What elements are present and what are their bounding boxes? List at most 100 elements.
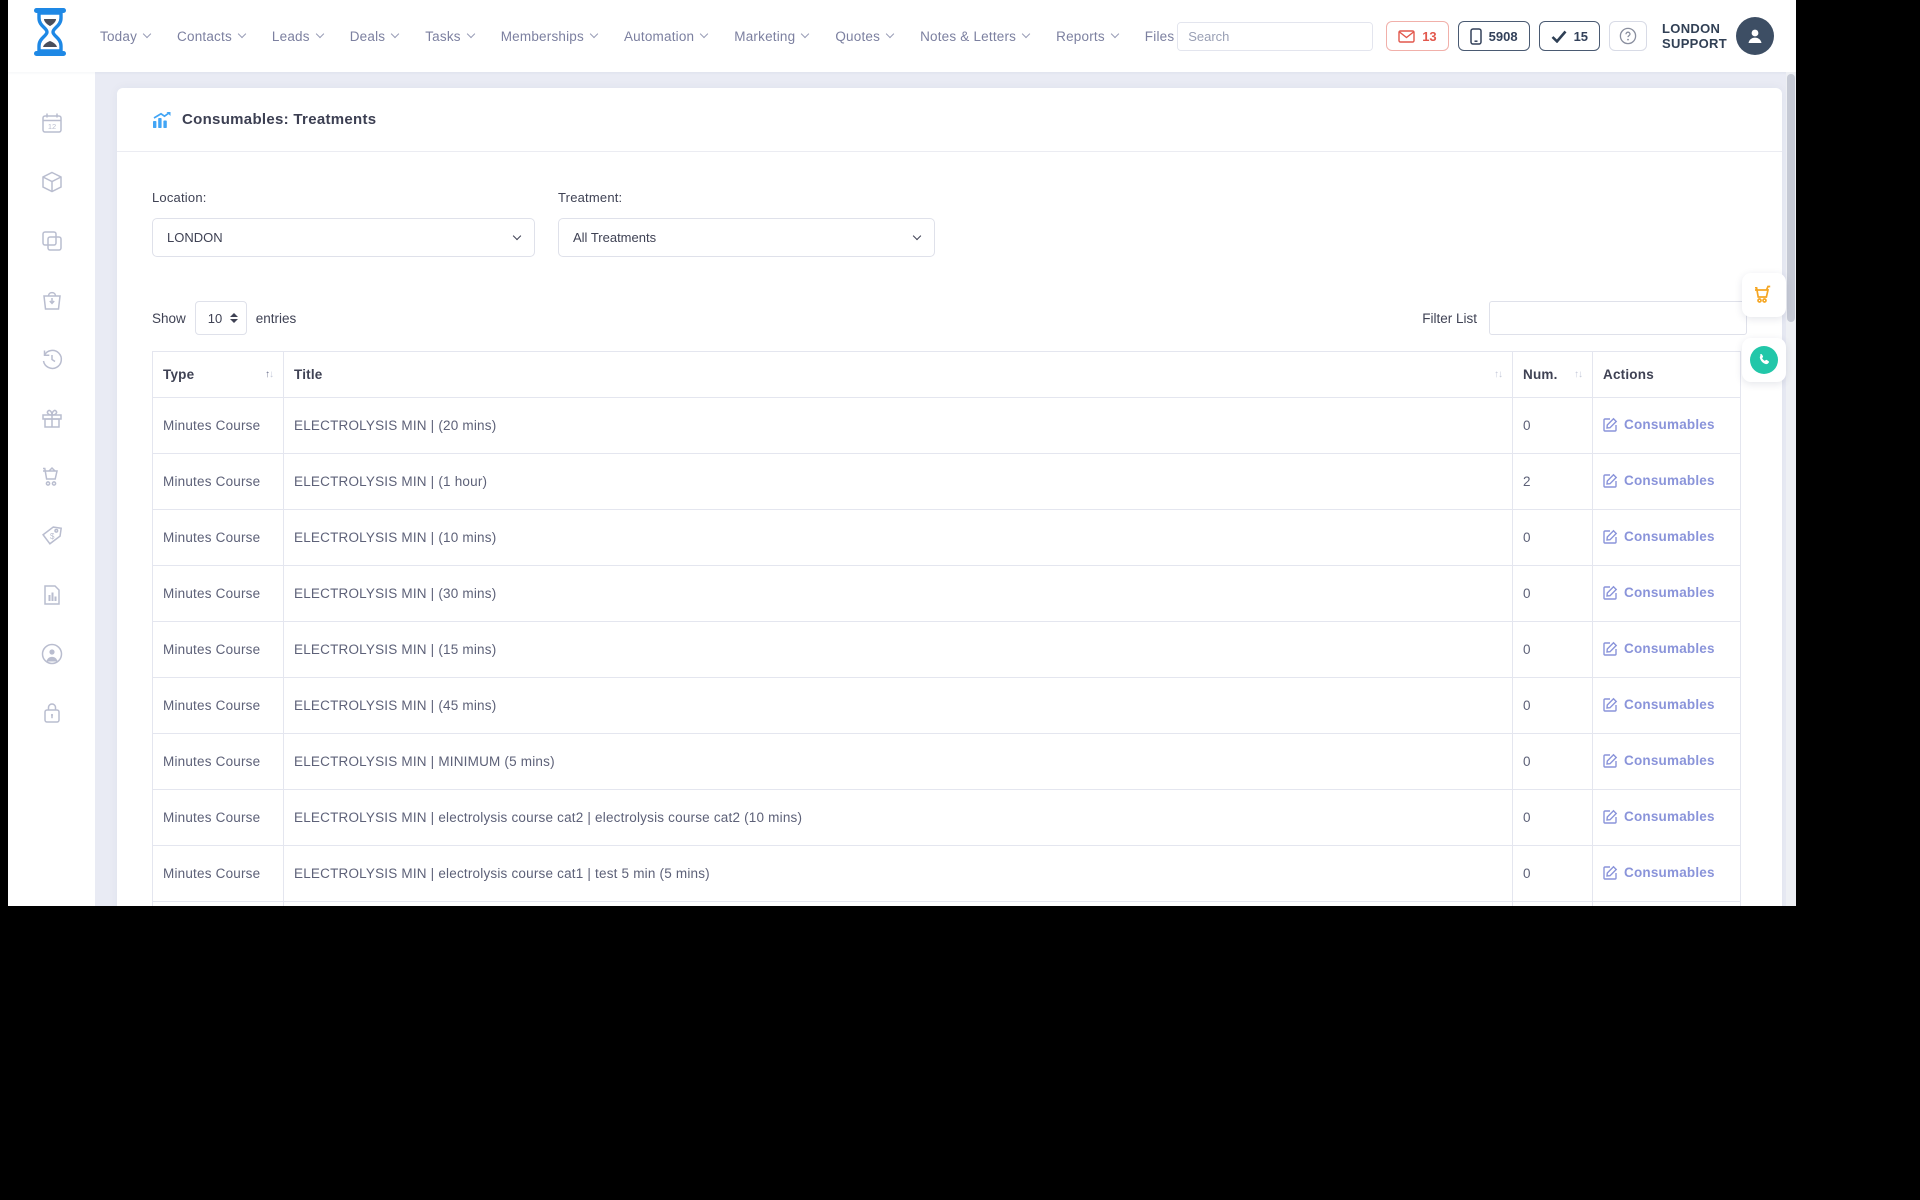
scrollbar-thumb[interactable] [1787, 74, 1795, 322]
check-icon [1551, 30, 1567, 43]
vertical-scrollbar [1786, 72, 1796, 906]
cell-title: ELECTROLYSIS MIN | electrolysis course c… [283, 789, 1513, 846]
nav-item-quotes[interactable]: Quotes [835, 29, 895, 44]
nav-item-tasks[interactable]: Tasks [425, 29, 475, 44]
cell-actions: Consumables [1592, 733, 1741, 790]
hourglass-logo[interactable] [28, 6, 72, 58]
mail-count: 13 [1422, 28, 1437, 44]
sidebar-lock-icon[interactable] [39, 700, 65, 726]
nav-item-contacts[interactable]: Contacts [177, 29, 247, 44]
spinner-icon [229, 313, 238, 323]
nav-item-leads[interactable]: Leads [272, 29, 324, 44]
phone-calls-badge[interactable]: 5908 [1457, 21, 1530, 51]
consumables-link[interactable]: Consumables [1603, 865, 1715, 880]
treatments-table: Type ↑↓ Title ↑↓ Num. ↑↓ Actions Minutes… [152, 351, 1741, 906]
consumables-link[interactable]: Consumables [1603, 417, 1715, 432]
nav-item-reports[interactable]: Reports [1056, 29, 1120, 44]
filter-list-label: Filter List [1422, 310, 1477, 326]
entries-count-select[interactable]: 10 [194, 301, 247, 335]
consumables-link[interactable]: Consumables [1603, 585, 1715, 600]
column-header-title[interactable]: Title ↑↓ [283, 351, 1513, 398]
cell-title: ELECTROLYSIS MIN | MINIMUM (5 mins) [283, 733, 1513, 790]
main-nav: Today Contacts Leads Deals Tasks Memberships A… [100, 29, 1174, 44]
column-header-num[interactable]: Num. ↑↓ [1512, 351, 1593, 398]
sidebar-account-icon[interactable] [39, 641, 65, 667]
location-label: Location: [152, 190, 207, 205]
sidebar-report-icon[interactable] [39, 582, 65, 608]
sidebar-package-icon[interactable] [39, 169, 65, 195]
table-row: Minutes Course ELECTROLYSIS MIN | (30 min… [152, 565, 1741, 622]
cell-num: 0 [1512, 733, 1593, 790]
sort-icon: ↑↓ [265, 369, 274, 380]
nav-item-files[interactable]: Files [1145, 29, 1175, 44]
treatment-selected-value: All Treatments [573, 230, 657, 245]
cell-title: ELECTROLYSIS MIN | (30 mins) [283, 565, 1513, 622]
edit-icon [1603, 753, 1618, 768]
chevron-down-icon [142, 29, 152, 39]
avatar[interactable] [1736, 17, 1774, 55]
floating-cart-button[interactable] [1742, 273, 1786, 317]
sidebar-price-tag-icon[interactable]: $ [39, 523, 65, 549]
check-count: 15 [1573, 28, 1589, 44]
cell-num: 0 [1512, 621, 1593, 678]
treatment-select[interactable]: All Treatments [558, 218, 935, 257]
cell-actions: Consumables [1592, 565, 1741, 622]
edit-icon [1603, 697, 1618, 712]
cell-num: 0 [1512, 509, 1593, 566]
chevron-down-icon [700, 29, 709, 39]
filter-list-input[interactable] [1489, 301, 1747, 335]
edit-icon [1603, 809, 1618, 824]
user-name: LONDON SUPPORT [1662, 21, 1727, 51]
nav-item-notes-letters[interactable]: Notes & Letters [920, 29, 1031, 44]
cell-type: Minutes Course [152, 789, 284, 846]
nav-item-memberships[interactable]: Memberships [501, 29, 599, 44]
entries-count-value: 10 [207, 310, 223, 326]
column-header-type[interactable]: Type ↑↓ [152, 351, 284, 398]
consumables-link[interactable]: Consumables [1603, 753, 1715, 768]
table-row: Minutes Course ELECTROLYSIS MIN | electro… [152, 789, 1741, 846]
sidebar-bag-download-icon[interactable] [39, 287, 65, 313]
consumables-link[interactable]: Consumables [1603, 809, 1715, 824]
entries-label: entries [255, 310, 297, 326]
svg-text:$: $ [50, 532, 55, 541]
mail-notifications-badge[interactable]: 13 [1386, 21, 1449, 51]
edit-icon [1603, 865, 1618, 880]
cell-actions: Consumables [1592, 845, 1741, 902]
page-title: Consumables: Treatments [182, 111, 377, 128]
location-selected-value: LONDON [167, 230, 223, 245]
location-select[interactable]: LONDON [152, 218, 535, 257]
cell-type: Minutes Course [152, 565, 284, 622]
nav-item-today[interactable]: Today [100, 29, 152, 44]
phone-count: 5908 [1488, 28, 1518, 44]
envelope-icon [1398, 29, 1415, 43]
sidebar-history-icon[interactable] [39, 346, 65, 372]
cell-type: Minutes Course [152, 845, 284, 902]
cell-actions: Consumables [1592, 621, 1741, 678]
tasks-done-badge[interactable]: 15 [1538, 21, 1601, 51]
topbar-right-cluster: 13 5908 15 [1177, 17, 1796, 55]
sidebar-copy-icon[interactable] [39, 228, 65, 254]
sidebar-cart-icon[interactable] [39, 464, 65, 490]
nav-item-deals[interactable]: Deals [350, 29, 400, 44]
table-row: Minutes Course ELECTROLYSIS MIN | MINIMUM… [152, 733, 1741, 790]
consumables-link[interactable]: Consumables [1603, 641, 1715, 656]
show-entries-control: Show 10 entries [152, 301, 296, 335]
help-button[interactable] [1609, 21, 1648, 51]
nav-item-automation[interactable]: Automation [624, 29, 709, 44]
search-input[interactable] [1178, 22, 1373, 50]
sidebar-calendar-icon[interactable]: 12 [39, 110, 65, 136]
location-filter-group: Location: LONDON [152, 190, 535, 257]
cart-icon [1755, 285, 1771, 303]
consumables-link[interactable]: Consumables [1603, 529, 1715, 544]
cell-actions: Consumables [1592, 509, 1741, 566]
cell-type: Minutes Course [152, 733, 284, 790]
consumables-link[interactable]: Consumables [1603, 697, 1715, 712]
floating-whatsapp-button[interactable] [1742, 338, 1786, 382]
sidebar-gift-icon[interactable] [39, 405, 65, 431]
cell-title: ELECTROLYSIS MIN | (45 mins) [283, 677, 1513, 734]
cell-actions: Consumables [1592, 677, 1741, 734]
chevron-down-icon [237, 29, 247, 39]
consumables-link[interactable]: Consumables [1603, 473, 1715, 488]
chart-icon [153, 111, 171, 128]
nav-item-marketing[interactable]: Marketing [734, 29, 810, 44]
